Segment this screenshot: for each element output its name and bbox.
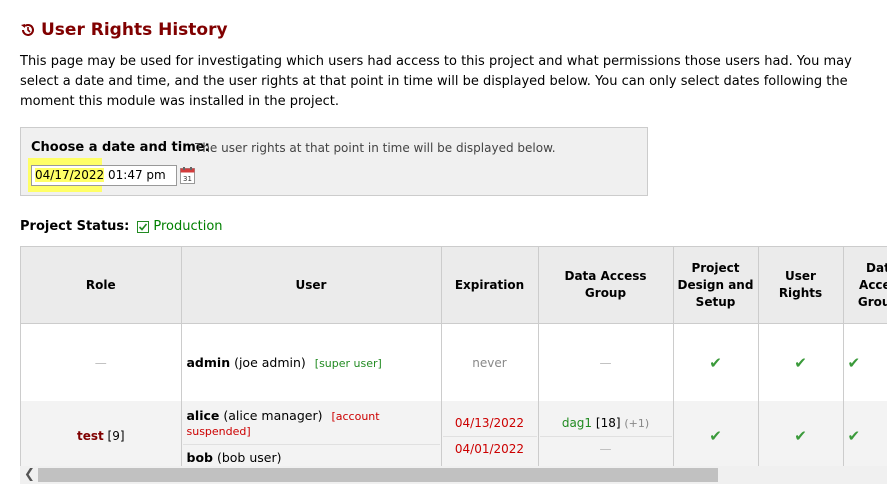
user-fullname: (joe admin) [234, 355, 306, 370]
checkmark-icon: ✔ [709, 353, 722, 372]
intro-text: This page may be used for investigating … [20, 54, 852, 109]
dag-empty: — [599, 442, 612, 456]
rights-cell: ✔ [758, 401, 844, 467]
rights-cell: ✔ [758, 323, 844, 401]
scrollbar-thumb[interactable] [38, 468, 718, 482]
user-cell: alice (alice manager) [account suspended… [181, 401, 442, 467]
checkmark-icon: ✔ [709, 427, 722, 445]
date-picker-label: Choose a date and time: [31, 140, 210, 155]
page-title: User Rights History [20, 20, 228, 40]
project-status-label: Project Status: [20, 219, 130, 234]
checkmark-icon: ✔ [847, 353, 861, 372]
dag-rights-cell: ✔ [843, 401, 887, 467]
col-dag[interactable]: Data Access Group [538, 247, 674, 324]
user-rights-table: Role User Expiration Data Access Group P… [20, 246, 887, 467]
table-row: test [9] alice (alice manager) [account … [21, 401, 887, 467]
date-picker-hint: The user rights at that point in time wi… [195, 141, 556, 155]
calendar-icon[interactable]: 31 [180, 167, 195, 184]
col-user-rights[interactable]: User Rights [758, 247, 844, 324]
scroll-left-icon[interactable]: ❮ [24, 467, 35, 482]
expiration-date: 04/01/2022 [454, 442, 525, 456]
expiration-cell: 04/13/2022 04/01/2022 [441, 401, 539, 467]
checkmark-icon: ✔ [847, 427, 861, 445]
user-fullname: (bob user) [216, 449, 282, 465]
datetime-date: 04/17/2022 [35, 168, 105, 182]
page-title-text: User Rights History [41, 20, 228, 40]
horizontal-scrollbar[interactable]: ❮ [20, 466, 887, 484]
expiration-cell: never [441, 323, 539, 401]
table-row: — admin (joe admin) [super user] never —… [21, 323, 887, 401]
role-cell: — [21, 323, 182, 401]
col-expiration[interactable]: Expiration [441, 247, 539, 324]
user-tag: [super user] [314, 357, 382, 370]
col-role[interactable]: Role [21, 247, 182, 324]
dag-count: [18] [595, 416, 621, 430]
dag-more: (+1) [624, 417, 650, 430]
role-name[interactable]: test [77, 429, 104, 443]
role-cell: test [9] [21, 401, 182, 467]
checkmark-icon: ✔ [794, 427, 807, 445]
dag-cell: — [538, 323, 674, 401]
design-cell: ✔ [673, 401, 759, 467]
dag-cell: dag1 [18] (+1) — [538, 401, 674, 467]
dag-rights-cell: ✔ [843, 323, 887, 401]
expiration-date: 04/13/2022 [454, 416, 525, 430]
checkmark-icon: ✔ [794, 353, 807, 372]
username: alice [186, 407, 220, 423]
project-status-value: Production [153, 219, 223, 234]
username: bob [186, 449, 213, 465]
history-icon [21, 24, 34, 36]
date-picker-panel: Choose a date and time: The user rights … [20, 127, 648, 196]
user-cell: admin (joe admin) [super user] [181, 323, 442, 401]
role-count: [9] [107, 429, 125, 443]
user-fullname: (alice manager) [223, 407, 323, 423]
project-status: Project Status: Production [20, 219, 223, 234]
col-design[interactable]: Project Design and Setup [673, 247, 759, 324]
svg-text:31: 31 [183, 175, 192, 183]
design-cell: ✔ [673, 323, 759, 401]
col-dag-rights[interactable]: Data Access Groups [843, 247, 887, 324]
datetime-time: 01:47 pm [108, 168, 166, 182]
datetime-input[interactable]: 04/17/2022 01:47 pm [31, 165, 177, 186]
checkbox-icon [137, 220, 150, 233]
username: admin [186, 355, 231, 370]
col-user[interactable]: User [181, 247, 442, 324]
dag-name: dag1 [561, 416, 593, 430]
